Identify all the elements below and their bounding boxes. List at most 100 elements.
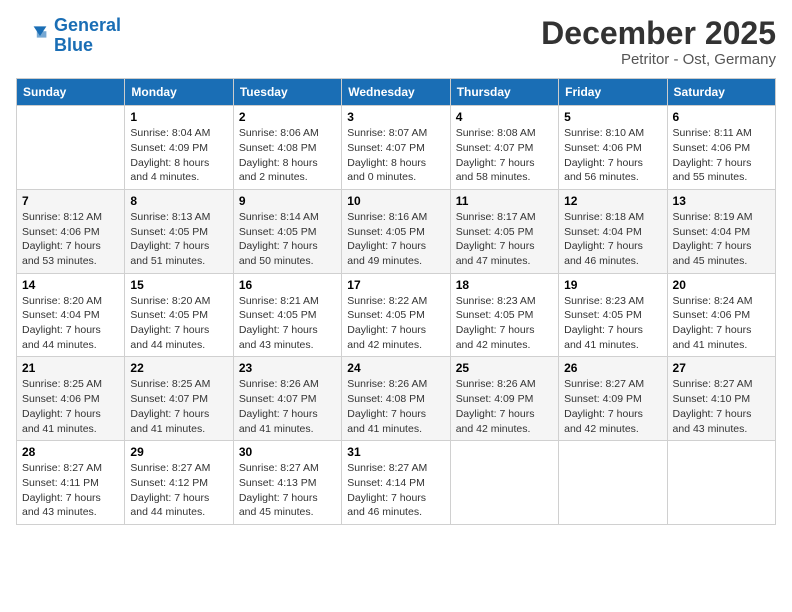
day-info: Sunrise: 8:27 AMSunset: 4:09 PMDaylight:… (564, 377, 661, 436)
day-number: 16 (239, 278, 336, 292)
calendar-cell (667, 441, 775, 525)
calendar-cell: 27Sunrise: 8:27 AMSunset: 4:10 PMDayligh… (667, 357, 775, 441)
day-number: 15 (130, 278, 227, 292)
calendar-week-2: 7 Sunrise: 8:12 AMSunset: 4:06 PMDaylight… (17, 189, 776, 273)
day-info: Sunrise: 8:04 AMSunset: 4:09 PMDaylight:… (130, 126, 227, 185)
day-number: 6 (673, 110, 770, 124)
calendar-cell: 19 Sunrise: 8:23 AMSunset: 4:05 PMDayligh… (559, 273, 667, 357)
day-info: Sunrise: 8:07 AMSunset: 4:07 PMDaylight:… (347, 126, 444, 185)
column-header-saturday: Saturday (667, 79, 775, 106)
day-info: Sunrise: 8:24 AMSunset: 4:06 PMDaylight:… (673, 294, 770, 353)
day-info: Sunrise: 8:20 AMSunset: 4:04 PMDaylight:… (22, 294, 119, 353)
day-info: Sunrise: 8:13 AMSunset: 4:05 PMDaylight:… (130, 210, 227, 269)
day-info: Sunrise: 8:26 AMSunset: 4:08 PMDaylight:… (347, 377, 444, 436)
day-number: 18 (456, 278, 553, 292)
day-info: Sunrise: 8:27 AMSunset: 4:13 PMDaylight:… (239, 461, 336, 520)
day-info: Sunrise: 8:26 AMSunset: 4:07 PMDaylight:… (239, 377, 336, 436)
day-number: 5 (564, 110, 661, 124)
day-info: Sunrise: 8:18 AMSunset: 4:04 PMDaylight:… (564, 210, 661, 269)
column-header-thursday: Thursday (450, 79, 558, 106)
calendar-cell (559, 441, 667, 525)
day-number: 25 (456, 361, 553, 375)
calendar-cell: 4 Sunrise: 8:08 AMSunset: 4:07 PMDaylight… (450, 106, 558, 190)
calendar-cell: 14 Sunrise: 8:20 AMSunset: 4:04 PMDayligh… (17, 273, 125, 357)
day-number: 17 (347, 278, 444, 292)
logo-text: General Blue (54, 16, 121, 56)
column-header-friday: Friday (559, 79, 667, 106)
calendar-cell: 26 Sunrise: 8:27 AMSunset: 4:09 PMDayligh… (559, 357, 667, 441)
column-header-tuesday: Tuesday (233, 79, 341, 106)
day-number: 29 (130, 445, 227, 459)
calendar-cell: 21 Sunrise: 8:25 AMSunset: 4:06 PMDayligh… (17, 357, 125, 441)
day-info: Sunrise: 8:25 AMSunset: 4:06 PMDaylight:… (22, 377, 119, 436)
calendar-cell: 11 Sunrise: 8:17 AMSunset: 4:05 PMDayligh… (450, 189, 558, 273)
calendar-cell: 1 Sunrise: 8:04 AMSunset: 4:09 PMDaylight… (125, 106, 233, 190)
day-info: Sunrise: 8:12 AMSunset: 4:06 PMDaylight:… (22, 210, 119, 269)
calendar-cell: 9Sunrise: 8:14 AMSunset: 4:05 PMDaylight… (233, 189, 341, 273)
calendar-cell: 30 Sunrise: 8:27 AMSunset: 4:13 PMDayligh… (233, 441, 341, 525)
subtitle: Petritor - Ost, Germany (541, 51, 776, 68)
day-number: 3 (347, 110, 444, 124)
day-info: Sunrise: 8:16 AMSunset: 4:05 PMDaylight:… (347, 210, 444, 269)
calendar-cell: 20 Sunrise: 8:24 AMSunset: 4:06 PMDayligh… (667, 273, 775, 357)
column-header-sunday: Sunday (17, 79, 125, 106)
calendar-cell: 6Sunrise: 8:11 AMSunset: 4:06 PMDaylight… (667, 106, 775, 190)
day-number: 19 (564, 278, 661, 292)
calendar-header-row: SundayMondayTuesdayWednesdayThursdayFrid… (17, 79, 776, 106)
day-info: Sunrise: 8:26 AMSunset: 4:09 PMDaylight:… (456, 377, 553, 436)
day-info: Sunrise: 8:20 AMSunset: 4:05 PMDaylight:… (130, 294, 227, 353)
day-number: 7 (22, 194, 119, 208)
logo-icon (16, 20, 48, 52)
day-number: 4 (456, 110, 553, 124)
day-info: Sunrise: 8:27 AMSunset: 4:10 PMDaylight:… (673, 377, 770, 436)
day-info: Sunrise: 8:10 AMSunset: 4:06 PMDaylight:… (564, 126, 661, 185)
day-number: 11 (456, 194, 553, 208)
calendar-cell: 16 Sunrise: 8:21 AMSunset: 4:05 PMDayligh… (233, 273, 341, 357)
calendar-week-4: 21 Sunrise: 8:25 AMSunset: 4:06 PMDayligh… (17, 357, 776, 441)
calendar-week-3: 14 Sunrise: 8:20 AMSunset: 4:04 PMDayligh… (17, 273, 776, 357)
day-number: 21 (22, 361, 119, 375)
day-number: 9 (239, 194, 336, 208)
header: General Blue December 2025 Petritor - Os… (16, 16, 776, 68)
calendar: SundayMondayTuesdayWednesdayThursdayFrid… (16, 78, 776, 525)
day-info: Sunrise: 8:27 AMSunset: 4:14 PMDaylight:… (347, 461, 444, 520)
day-number: 24 (347, 361, 444, 375)
calendar-cell (17, 106, 125, 190)
calendar-week-5: 28 Sunrise: 8:27 AMSunset: 4:11 PMDayligh… (17, 441, 776, 525)
calendar-cell: 15 Sunrise: 8:20 AMSunset: 4:05 PMDayligh… (125, 273, 233, 357)
calendar-cell: 12 Sunrise: 8:18 AMSunset: 4:04 PMDayligh… (559, 189, 667, 273)
calendar-cell: 24 Sunrise: 8:26 AMSunset: 4:08 PMDayligh… (342, 357, 450, 441)
calendar-cell: 31 Sunrise: 8:27 AMSunset: 4:14 PMDayligh… (342, 441, 450, 525)
calendar-cell: 8Sunrise: 8:13 AMSunset: 4:05 PMDaylight… (125, 189, 233, 273)
day-info: Sunrise: 8:23 AMSunset: 4:05 PMDaylight:… (564, 294, 661, 353)
month-title: December 2025 (541, 16, 776, 51)
calendar-cell: 29 Sunrise: 8:27 AMSunset: 4:12 PMDayligh… (125, 441, 233, 525)
day-info: Sunrise: 8:27 AMSunset: 4:11 PMDaylight:… (22, 461, 119, 520)
day-number: 2 (239, 110, 336, 124)
day-info: Sunrise: 8:23 AMSunset: 4:05 PMDaylight:… (456, 294, 553, 353)
day-info: Sunrise: 8:17 AMSunset: 4:05 PMDaylight:… (456, 210, 553, 269)
day-info: Sunrise: 8:27 AMSunset: 4:12 PMDaylight:… (130, 461, 227, 520)
calendar-cell: 10Sunrise: 8:16 AMSunset: 4:05 PMDayligh… (342, 189, 450, 273)
day-number: 30 (239, 445, 336, 459)
day-number: 23 (239, 361, 336, 375)
day-number: 13 (673, 194, 770, 208)
calendar-cell: 25 Sunrise: 8:26 AMSunset: 4:09 PMDayligh… (450, 357, 558, 441)
column-header-monday: Monday (125, 79, 233, 106)
day-number: 31 (347, 445, 444, 459)
calendar-week-1: 1 Sunrise: 8:04 AMSunset: 4:09 PMDaylight… (17, 106, 776, 190)
day-number: 14 (22, 278, 119, 292)
calendar-cell: 7 Sunrise: 8:12 AMSunset: 4:06 PMDaylight… (17, 189, 125, 273)
day-number: 28 (22, 445, 119, 459)
day-info: Sunrise: 8:22 AMSunset: 4:05 PMDaylight:… (347, 294, 444, 353)
day-number: 12 (564, 194, 661, 208)
day-info: Sunrise: 8:21 AMSunset: 4:05 PMDaylight:… (239, 294, 336, 353)
calendar-cell: 22Sunrise: 8:25 AMSunset: 4:07 PMDayligh… (125, 357, 233, 441)
day-number: 26 (564, 361, 661, 375)
day-info: Sunrise: 8:25 AMSunset: 4:07 PMDaylight:… (130, 377, 227, 436)
day-number: 1 (130, 110, 227, 124)
day-number: 20 (673, 278, 770, 292)
day-info: Sunrise: 8:08 AMSunset: 4:07 PMDaylight:… (456, 126, 553, 185)
calendar-cell: 17 Sunrise: 8:22 AMSunset: 4:05 PMDayligh… (342, 273, 450, 357)
logo: General Blue (16, 16, 121, 56)
